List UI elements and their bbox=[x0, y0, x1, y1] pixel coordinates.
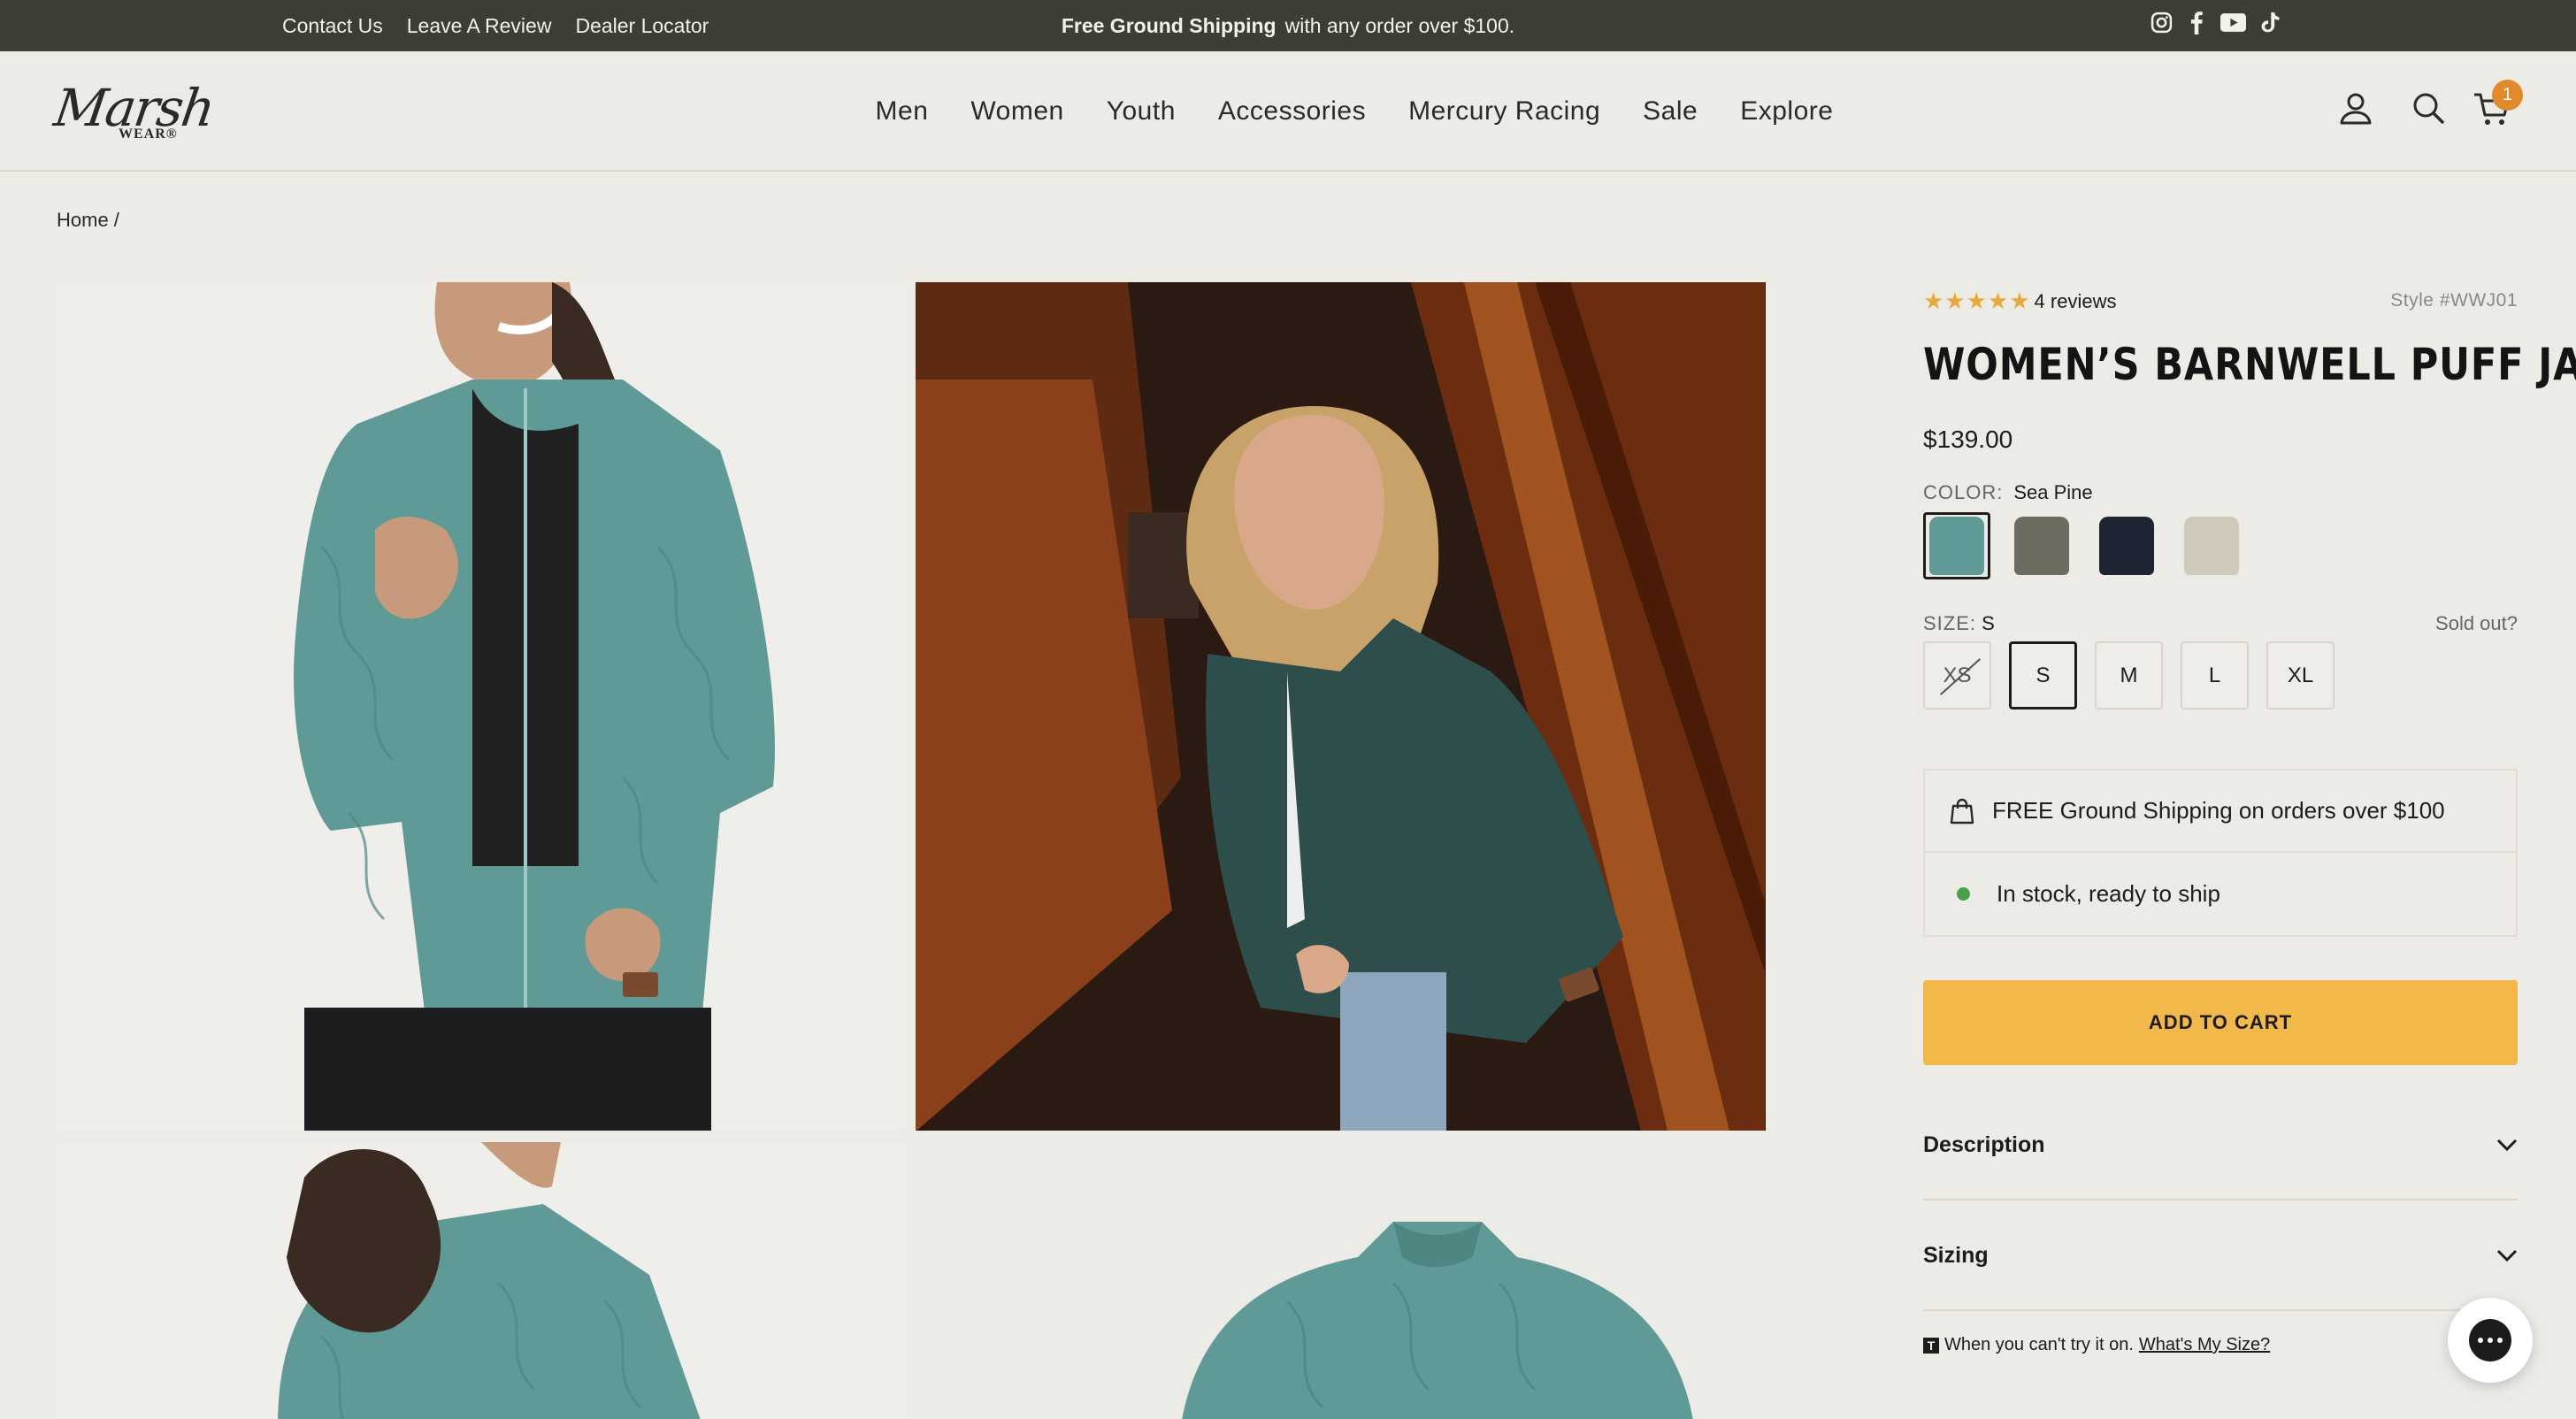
size-label: SIZE: bbox=[1923, 612, 1977, 634]
social-links bbox=[2150, 11, 2281, 35]
shipping-stock-box: FREE Ground Shipping on orders over $100… bbox=[1923, 769, 2518, 937]
tiktok-icon[interactable] bbox=[2261, 12, 2281, 34]
size-xl-button[interactable]: XL bbox=[2266, 641, 2334, 710]
shipping-note: FREE Ground Shipping on orders over $100 bbox=[1992, 797, 2445, 824]
cart-count-badge: 1 bbox=[2492, 80, 2523, 111]
shipping-row: FREE Ground Shipping on orders over $100 bbox=[1925, 771, 2516, 853]
swatch-camo[interactable] bbox=[2008, 512, 2075, 579]
chevron-down-icon bbox=[2496, 1249, 2518, 1262]
nav-women[interactable]: Women bbox=[970, 96, 1063, 127]
size-value: S bbox=[1982, 612, 1995, 634]
style-number: Style #WWJ01 bbox=[2390, 290, 2518, 311]
nav-mercury-racing[interactable]: Mercury Racing bbox=[1408, 96, 1600, 127]
product-image-front[interactable] bbox=[57, 282, 905, 1131]
nav-youth[interactable]: Youth bbox=[1107, 96, 1176, 127]
size-s-button[interactable]: S bbox=[2009, 641, 2077, 710]
chat-bubble-icon bbox=[2469, 1319, 2511, 1361]
nav-accessories[interactable]: Accessories bbox=[1218, 96, 1366, 127]
stock-note: In stock, ready to ship bbox=[1997, 880, 2220, 907]
size-xs-button[interactable]: XS bbox=[1923, 641, 1991, 710]
true-fit-logo-icon: T bbox=[1923, 1337, 1939, 1354]
chat-launcher-button[interactable] bbox=[2448, 1298, 2533, 1383]
sizing-accordion[interactable]: Sizing bbox=[1923, 1201, 2518, 1311]
youtube-icon[interactable] bbox=[2220, 12, 2246, 33]
product-title: WOMEN’S BARNWELL PUFF JACKET bbox=[1923, 339, 2576, 390]
size-options: XS S M L XL bbox=[1923, 641, 2334, 710]
fit-note-text: When you can't try it on. bbox=[1944, 1335, 2134, 1354]
nav-sale[interactable]: Sale bbox=[1643, 96, 1698, 127]
whats-my-size-link[interactable]: What's My Size? bbox=[2139, 1335, 2270, 1355]
size-l-button[interactable]: L bbox=[2181, 641, 2249, 710]
size-m-button[interactable]: M bbox=[2095, 641, 2163, 710]
account-icon[interactable] bbox=[2339, 90, 2373, 126]
star-rating-icon: ★★★★★ bbox=[1923, 288, 2031, 314]
swatch-sea-pine[interactable] bbox=[1923, 512, 1990, 579]
chevron-down-icon bbox=[2496, 1139, 2518, 1151]
add-to-cart-button[interactable]: ADD TO CART bbox=[1923, 980, 2518, 1065]
breadcrumb[interactable]: Home / bbox=[57, 209, 119, 232]
product-image-back[interactable] bbox=[57, 1142, 905, 1419]
nav-men[interactable]: Men bbox=[876, 96, 929, 127]
accordion-description-label: Description bbox=[1923, 1131, 2045, 1157]
stock-row: In stock, ready to ship bbox=[1925, 853, 2516, 935]
product-image-flat[interactable] bbox=[916, 1142, 1766, 1419]
rating-summary[interactable]: ★★★★★ 4 reviews bbox=[1923, 288, 2116, 315]
accordion-sizing-label: Sizing bbox=[1923, 1242, 1989, 1268]
color-selector-label: COLOR: Sea Pine bbox=[1923, 481, 2093, 504]
reviews-count: 4 reviews bbox=[2034, 289, 2117, 312]
product-price: $139.00 bbox=[1923, 426, 2013, 453]
color-label: COLOR: bbox=[1923, 481, 2004, 503]
size-selector-label: SIZE: S Sold out? bbox=[1923, 612, 2518, 635]
announcement-bar: Contact Us Leave A Review Dealer Locator… bbox=[0, 0, 2576, 51]
description-accordion[interactable]: Description bbox=[1923, 1091, 2518, 1200]
search-icon[interactable] bbox=[2411, 90, 2446, 126]
swatch-navy[interactable] bbox=[2093, 512, 2160, 579]
main-nav: Men Women Youth Accessories Mercury Raci… bbox=[0, 51, 2576, 172]
facebook-icon[interactable] bbox=[2188, 11, 2205, 35]
fit-finder-note: T When you can't try it on. What's My Si… bbox=[1923, 1335, 2270, 1355]
nav-explore[interactable]: Explore bbox=[1740, 96, 1833, 127]
product-image-lifestyle[interactable] bbox=[916, 282, 1766, 1131]
swatch-stone[interactable] bbox=[2178, 512, 2245, 579]
promo-bold: Free Ground Shipping bbox=[1061, 13, 1276, 37]
color-swatches bbox=[1923, 512, 2245, 579]
instagram-icon[interactable] bbox=[2150, 12, 2173, 34]
site-header: Marsh WEAR® Men Women Youth Accessories … bbox=[0, 51, 2576, 172]
shopping-bag-icon bbox=[1950, 798, 1974, 824]
in-stock-dot-icon bbox=[1957, 887, 1970, 901]
color-value: Sea Pine bbox=[2013, 481, 2093, 503]
promo-text: with any order over $100. bbox=[1284, 13, 1515, 37]
sold-out-link[interactable]: Sold out? bbox=[2435, 612, 2518, 635]
